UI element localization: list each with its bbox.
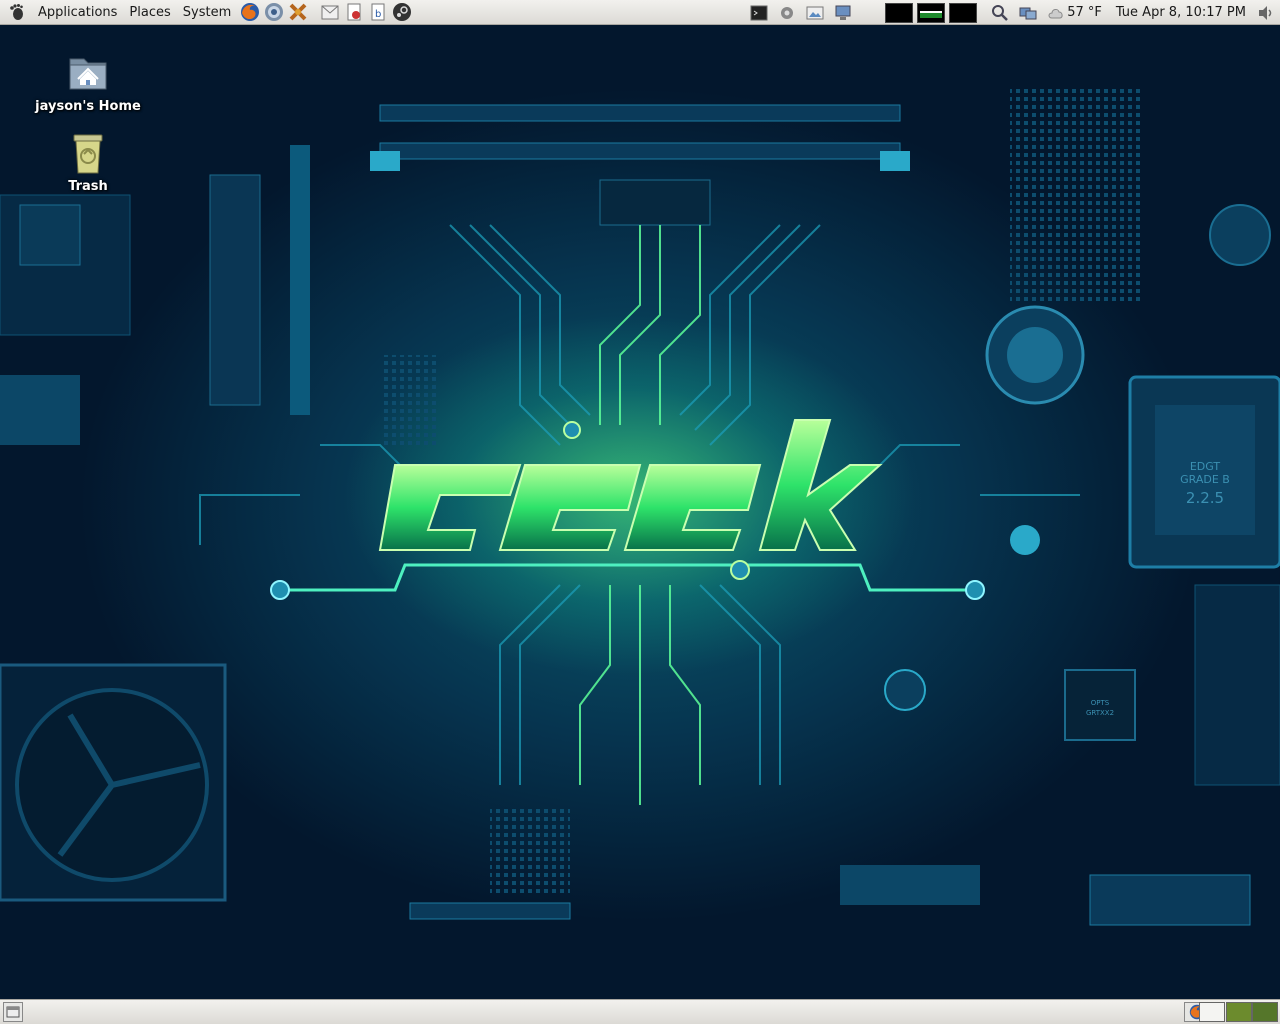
svg-text:OPTS: OPTS: [1091, 699, 1110, 707]
workspace-3[interactable]: [1252, 1002, 1278, 1022]
weather-temperature: 57 °F: [1067, 5, 1102, 20]
home-folder-icon: [64, 49, 112, 97]
memory-monitor[interactable]: [949, 2, 978, 23]
cloud-icon: [1048, 8, 1063, 18]
image-viewer-icon[interactable]: [804, 2, 826, 24]
document-icon[interactable]: [343, 1, 365, 23]
network-icon[interactable]: [832, 2, 854, 24]
wallpaper: EDGT GRADE B 2.2.5 OPTS GRTXX2: [0, 85, 1280, 926]
network-monitor[interactable]: [917, 2, 946, 23]
search-icon[interactable]: [989, 2, 1011, 24]
desktop-icon-trash[interactable]: Trash: [28, 129, 148, 194]
svg-text:EDGT: EDGT: [1190, 460, 1221, 473]
volume-icon[interactable]: [1255, 2, 1277, 24]
settings-icon[interactable]: [776, 2, 798, 24]
system-tray: 57 °F Tue Apr 8, 10:17 PM: [745, 0, 1280, 25]
desktop[interactable]: EDGT GRADE B 2.2.5 OPTS GRTXX2 jayson's …: [0, 25, 1280, 999]
svg-text:GRTXX2: GRTXX2: [1086, 709, 1114, 717]
launcher-group: b: [239, 1, 413, 23]
workspace-1[interactable]: [1199, 1002, 1225, 1022]
workspace-2[interactable]: [1226, 1002, 1252, 1022]
workspace-switcher: [1198, 1002, 1252, 1022]
applications-menu[interactable]: Applications: [32, 0, 123, 25]
system-menu[interactable]: System: [177, 0, 237, 25]
show-desktop-button[interactable]: [3, 1002, 23, 1022]
display-icon[interactable]: [1017, 2, 1039, 24]
bottom-panel: [0, 999, 1280, 1024]
desktop-icon-label: Trash: [68, 179, 108, 194]
office-icon[interactable]: b: [367, 1, 389, 23]
top-panel: Applications Places System b 57 °F Tue A…: [0, 0, 1280, 25]
games-icon[interactable]: [287, 1, 309, 23]
firefox-icon[interactable]: [239, 1, 261, 23]
desktop-icon-home[interactable]: jayson's Home: [28, 49, 148, 114]
cpu-monitor[interactable]: [885, 2, 914, 23]
mail-icon[interactable]: [319, 1, 341, 23]
terminal-icon[interactable]: [748, 2, 770, 24]
svg-text:GRADE B: GRADE B: [1180, 473, 1230, 486]
svg-text:b: b: [375, 9, 381, 20]
gnome-foot-icon[interactable]: [6, 1, 28, 23]
steam-icon[interactable]: [391, 1, 413, 23]
weather-applet[interactable]: 57 °F: [1048, 5, 1102, 20]
svg-text:2.2.5: 2.2.5: [1186, 489, 1224, 507]
desktop-icon-label: jayson's Home: [35, 99, 141, 114]
clock[interactable]: Tue Apr 8, 10:17 PM: [1116, 5, 1246, 20]
places-menu[interactable]: Places: [123, 0, 176, 25]
thunderbird-icon[interactable]: [263, 1, 285, 23]
trash-icon: [64, 129, 112, 177]
